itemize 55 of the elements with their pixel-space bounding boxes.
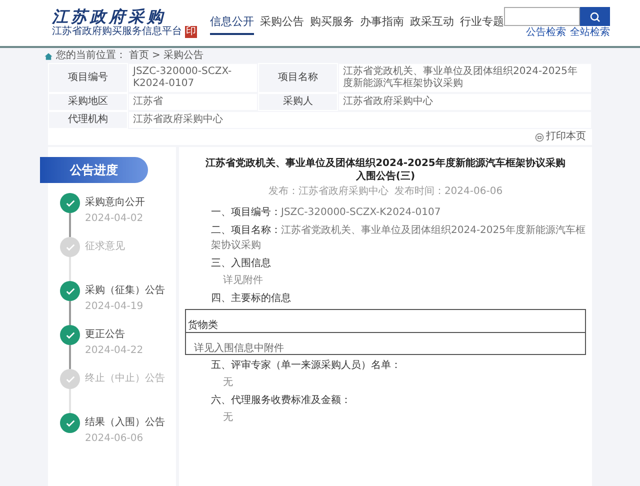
nav-tab[interactable]: 办事指南 — [360, 10, 404, 36]
info-label: 代理机构 — [68, 114, 108, 126]
search-field[interactable] — [504, 7, 580, 26]
step-date: 2024-06-06 — [85, 432, 144, 446]
section-text: 无 — [222, 411, 234, 425]
search-button[interactable] — [580, 7, 610, 26]
breadcrumb-label: 您的当前位置： — [56, 50, 126, 62]
info-value: 江苏省政府采购中心 — [343, 96, 433, 108]
breadcrumb-link[interactable]: 首页 — [129, 50, 149, 62]
nav-tab[interactable]: 行业专题 — [460, 10, 504, 36]
logo-title: 江苏政府采购 — [52, 8, 167, 26]
section-heading: 四、主要标的信息 — [210, 292, 292, 306]
step-label: 征求意见 — [85, 240, 125, 253]
search-icon — [589, 10, 601, 22]
info-label: 项目编号 — [68, 72, 108, 84]
nav-tab[interactable]: 政采互动 — [410, 10, 454, 36]
progress-title: 公告进度 — [40, 157, 148, 183]
logo-subtitle: 江苏省政府购买服务信息平台 — [52, 26, 182, 38]
article-meta: 发布时间：2024-06-06 — [394, 186, 503, 198]
section-heading: 三、入围信息 — [210, 256, 272, 271]
info-value: 江苏省 — [133, 96, 163, 108]
nav-tab[interactable]: 采购公告 — [260, 10, 304, 36]
info-label: 采购人 — [283, 96, 313, 108]
info-value: JSZC-320000-SCZX-K2024-0107 — [133, 66, 233, 90]
section-heading: 二、项目名称：江苏省党政机关、事业单位及团体组织2024-2025年度新能源汽车框架协议采购 — [210, 224, 587, 253]
info-label: 项目名称 — [278, 72, 318, 84]
step-label: 采购（征集）公告 — [85, 284, 165, 297]
info-value: 江苏省党政机关、事业单位及团体组织2024-2025年度新能源汽车框架协议采购 — [343, 66, 579, 90]
step-label: 终止（中止）公告 — [85, 372, 165, 385]
nav-tab[interactable]: 信息公开 — [210, 10, 254, 36]
search-link[interactable]: 公告检索 — [526, 27, 566, 39]
step-date: 2024-04-02 — [85, 212, 144, 226]
step-date: 2024-04-19 — [85, 300, 144, 314]
section-text: 详见附件 — [222, 274, 264, 288]
article-meta: 发布：江苏省政府采购中心 — [268, 186, 388, 198]
breadcrumb-link[interactable]: 采购公告 — [163, 50, 204, 62]
section-heading: 五、评审专家（单一来源采购人员）名单： — [210, 358, 402, 373]
step-date: 2024-04-22 — [85, 344, 144, 358]
info-label: 采购地区 — [68, 96, 108, 108]
nav-tab[interactable]: 购买服务 — [310, 10, 354, 36]
table-cell: 货物类 — [188, 320, 218, 331]
step-label: 采购意向公开 — [85, 196, 145, 209]
info-value: 江苏省政府采购中心 — [133, 114, 223, 126]
table-cell-text: 详见入围信息中附件 — [193, 343, 284, 354]
step-label: 结果（入围）公告 — [85, 416, 165, 429]
print-button[interactable]: 打印本页 — [535, 131, 586, 143]
article-title: 江苏省党政机关、事业单位及团体组织2024-2025年度新能源汽车框架协议采购入围公告(三) — [204, 157, 566, 183]
home-icon — [44, 52, 53, 60]
section-heading: 六、代理服务收费标准及金额： — [210, 394, 352, 408]
seal-stamp: 印 — [185, 26, 197, 38]
search-link[interactable]: 全站检索 — [570, 27, 610, 39]
section-text: 无 — [222, 376, 234, 390]
step-label: 更正公告 — [85, 328, 126, 341]
section-heading: 一、项目编号：JSZC-320000-SCZX-K2024-0107 — [210, 206, 442, 220]
breadcrumb-separator: > — [152, 50, 160, 62]
